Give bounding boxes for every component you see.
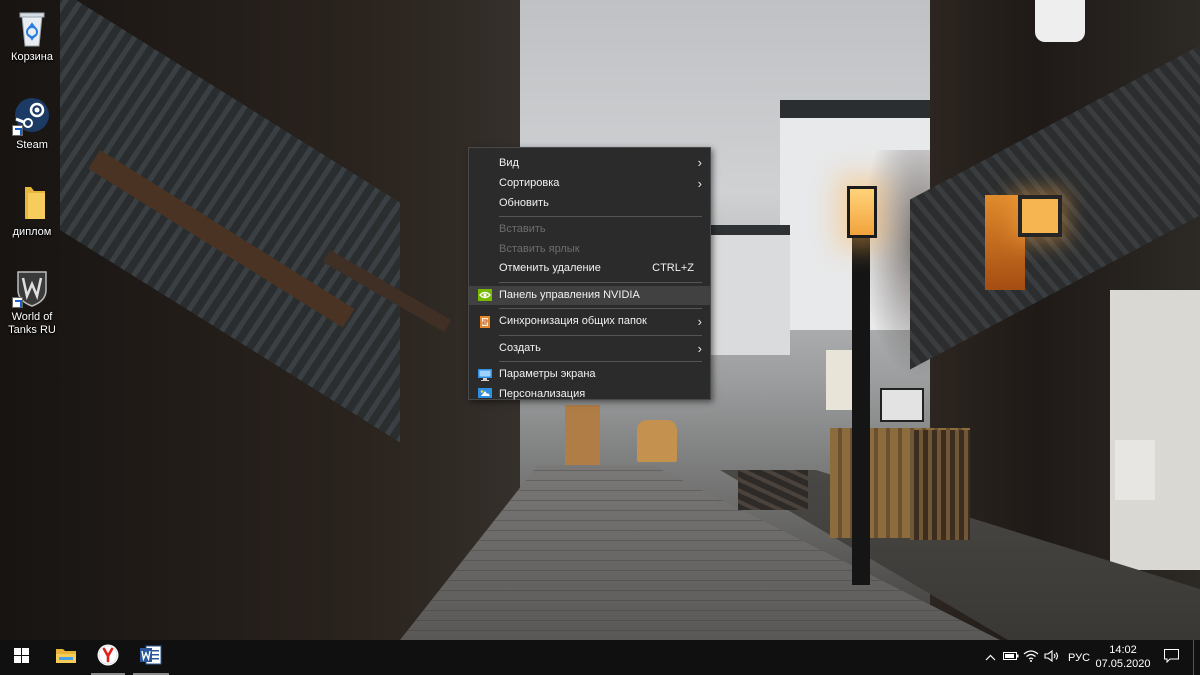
menu-item-label: Отменить удаление (499, 262, 601, 274)
speaker-icon (1044, 649, 1060, 665)
wallpaper-white-house-small (710, 225, 790, 355)
tray-volume-button[interactable] (1042, 640, 1062, 675)
menu-item-label: Обновить (499, 196, 549, 209)
wallpaper-shop-door (565, 405, 600, 465)
menu-item-label: Персонализация (499, 387, 586, 400)
menu-item-label: Панель управления NVIDIA (499, 288, 640, 301)
desktop-icon-label: Steam (16, 139, 48, 151)
taskbar-yandex-browser[interactable] (88, 640, 128, 675)
chevron-right-icon: › (697, 176, 702, 191)
tray-language-button[interactable]: РУС (1064, 640, 1094, 675)
show-desktop-button[interactable] (1193, 640, 1200, 675)
menu-item-label: Параметры экрана (499, 368, 596, 380)
windows-logo-icon (13, 647, 29, 668)
menu-item-sync-shared-folders[interactable]: Синхронизация общих папок › (469, 312, 710, 332)
notification-icon (1163, 649, 1179, 666)
desktop-icon-steam[interactable]: Steam (2, 96, 62, 152)
menu-item-paste: Вставить (469, 220, 710, 240)
menu-item-label: Синхронизация общих папок (499, 315, 647, 327)
desktop-context-menu: Вид › Сортировка › Обновить Вставить Вст… (468, 147, 711, 400)
desktop-icon-label: Корзина (11, 51, 53, 63)
shortcut-arrow-icon (12, 125, 23, 136)
chevron-right-icon: › (697, 155, 702, 170)
action-center-button[interactable] (1156, 640, 1186, 675)
menu-item-sort[interactable]: Сортировка › (469, 174, 710, 194)
language-indicator: РУС (1067, 651, 1091, 664)
menu-separator (499, 334, 702, 336)
wallpaper-street-lamp (847, 186, 877, 238)
shortcut-arrow-icon (12, 297, 23, 308)
chevron-up-icon (985, 652, 996, 664)
personalization-icon (478, 388, 492, 400)
tray-clock[interactable]: 14:02 07.05.2020 (1094, 640, 1152, 675)
sync-folders-icon (478, 315, 492, 328)
battery-icon (1003, 651, 1019, 664)
desktop-icon-label: диплом (12, 226, 52, 238)
menu-item-label: Создать (499, 341, 541, 354)
taskbar: РУС 14:02 07.05.2020 (0, 640, 1200, 675)
wallpaper-bench (738, 470, 808, 510)
menu-item-label: Вставить (499, 223, 546, 235)
wallpaper-vertical-sign (826, 350, 852, 410)
wallpaper-wall-panel (1115, 440, 1155, 500)
chevron-right-icon: › (697, 314, 702, 329)
menu-item-create-new[interactable]: Создать › (469, 339, 710, 359)
menu-item-view[interactable]: Вид › (469, 152, 710, 174)
menu-separator (499, 281, 702, 283)
start-button[interactable] (0, 640, 42, 675)
wallpaper-bamboo-fence-dark (910, 430, 970, 540)
menu-item-label: Вставить ярлык (499, 242, 580, 255)
menu-separator (499, 216, 702, 217)
menu-item-label: Сортировка (499, 177, 560, 189)
nvidia-icon (478, 289, 492, 302)
wallpaper-paper-lantern (1035, 0, 1085, 42)
yandex-browser-icon (97, 644, 119, 671)
menu-item-label: Вид (499, 157, 519, 169)
taskbar-file-explorer[interactable] (44, 640, 88, 675)
file-explorer-icon (56, 647, 76, 668)
desktop-icon-world-of-tanks[interactable]: World of Tanks RU (2, 268, 62, 337)
steam-icon (12, 96, 52, 136)
wallpaper-street-lantern (637, 420, 677, 462)
word-icon (140, 645, 162, 670)
wallpaper-right-wall (1110, 290, 1200, 570)
show-hidden-icons-button[interactable] (980, 640, 1000, 675)
clock-date: 07.05.2020 (1095, 658, 1151, 670)
menu-item-paste-shortcut: Вставить ярлык (469, 240, 710, 260)
desktop-icon-label: World of Tanks RU (8, 311, 56, 336)
recycle-bin-icon (12, 8, 52, 48)
taskbar-word[interactable] (130, 640, 172, 675)
wallpaper-lamp-post (852, 235, 870, 585)
tray-battery-button[interactable] (1001, 640, 1021, 675)
menu-item-undo-delete[interactable]: Отменить удаление CTRL+Z (469, 259, 710, 279)
folder-icon (12, 183, 52, 223)
wallpaper-shop-sign (880, 388, 924, 422)
menu-item-refresh[interactable]: Обновить (469, 194, 710, 214)
menu-separator (499, 308, 702, 309)
display-settings-icon (478, 368, 492, 381)
wifi-icon (1023, 650, 1039, 665)
menu-item-display-settings[interactable]: Параметры экрана (469, 365, 710, 385)
wallpaper-wall-lamp (1018, 195, 1062, 237)
chevron-right-icon: › (697, 340, 702, 356)
menu-item-shortcut: CTRL+Z (652, 262, 694, 274)
clock-time: 14:02 (1109, 644, 1137, 656)
menu-item-nvidia-control-panel[interactable]: Панель управления NVIDIA (469, 285, 710, 305)
tray-network-button[interactable] (1021, 640, 1041, 675)
desktop-icon-diplom-folder[interactable]: диплом (2, 183, 62, 239)
desktop-icon-recycle-bin[interactable]: Корзина (2, 8, 62, 64)
menu-item-personalization[interactable]: Персонализация (469, 385, 710, 405)
menu-separator (499, 361, 702, 362)
world-of-tanks-icon (12, 268, 52, 308)
